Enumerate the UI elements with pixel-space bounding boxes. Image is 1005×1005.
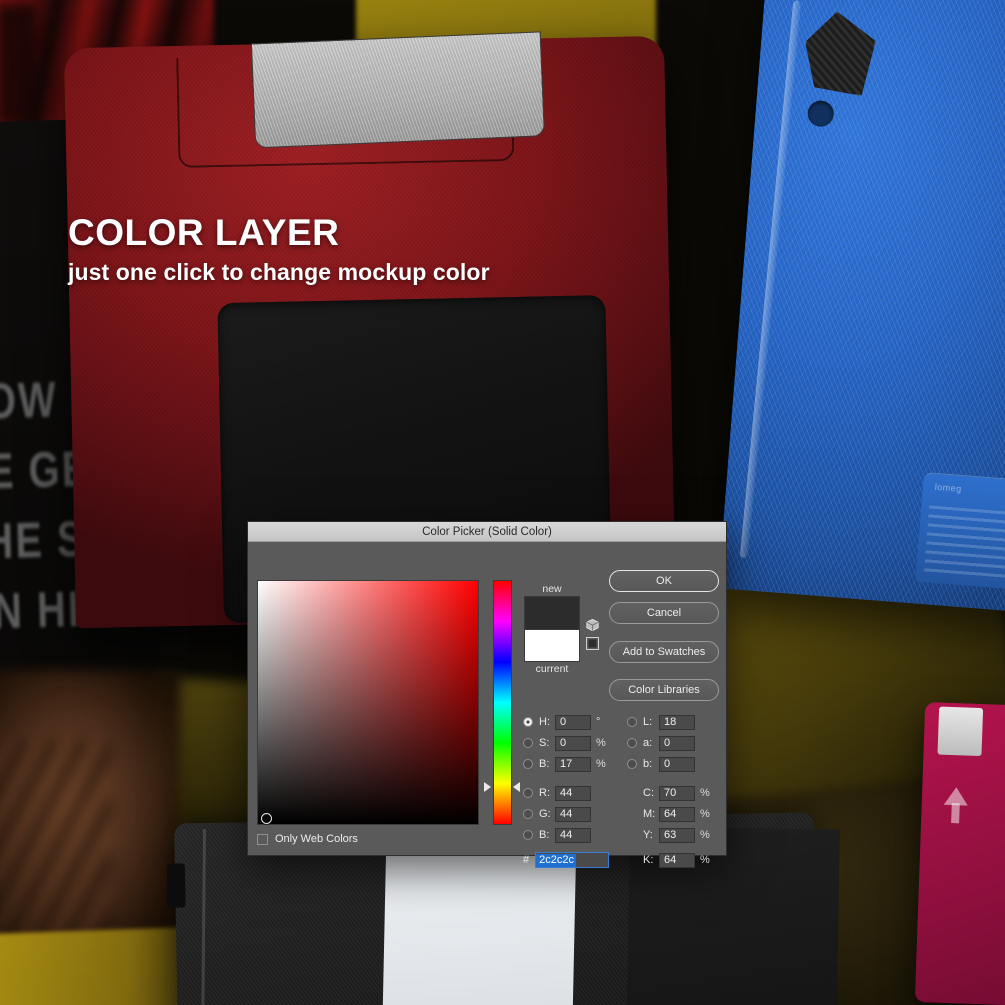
dialog-title: Color Picker (Solid Color) — [422, 525, 552, 538]
label-black: K: — [643, 854, 654, 866]
label-brightness: B: — [539, 758, 550, 770]
radio-lab-b[interactable] — [627, 759, 637, 769]
unit-hue: ° — [596, 716, 601, 728]
unit-yellow: % — [700, 829, 710, 841]
color-libraries-button[interactable]: Color Libraries — [609, 679, 719, 701]
hex-value: 2c2c2c — [536, 853, 576, 867]
input-red[interactable]: 44 — [555, 785, 591, 801]
screenshot-root: HOW D HE GET THE SC ON HIS lomeg — [0, 0, 1005, 1005]
hex-field-row[interactable]: # 2c2c2c — [523, 852, 610, 868]
field-row-magenta[interactable]: M: 64 % — [643, 806, 710, 822]
floppy-red-metal-shutter — [250, 31, 546, 149]
color-preview-group: new current — [524, 582, 580, 676]
dialog-title-bar: Color Picker (Solid Color) — [248, 522, 726, 542]
label-lab-l: L: — [643, 716, 653, 728]
floppy-magenta-shutter — [937, 706, 984, 757]
field-row-green[interactable]: G: 44 — [523, 806, 591, 822]
floppy-blue-carbon-patch — [801, 9, 877, 96]
radio-saturation[interactable] — [523, 738, 533, 748]
unit-magenta: % — [700, 808, 710, 820]
input-black[interactable]: 64 — [659, 852, 695, 868]
field-row-hue[interactable]: H: 0 ° — [523, 714, 606, 730]
label-hue: H: — [539, 716, 550, 728]
input-magenta[interactable]: 64 — [659, 806, 695, 822]
ok-button[interactable]: OK — [609, 570, 719, 592]
mockup-headline: COLOR LAYER just one click to change moc… — [68, 214, 490, 286]
input-hue[interactable]: 0 — [555, 714, 591, 730]
hue-slider-marker-right[interactable] — [513, 782, 520, 792]
input-lab-b[interactable]: 0 — [659, 756, 695, 772]
dialog-body: new current OK Cancel Add to Swatches Co… — [248, 542, 726, 868]
label-magenta: M: — [643, 808, 656, 820]
field-row-red[interactable]: R: 44 — [523, 785, 591, 801]
field-row-blue[interactable]: B: 44 — [523, 827, 591, 843]
label-lab-b: b: — [643, 758, 653, 770]
web-safe-color-icon[interactable] — [586, 637, 599, 650]
radio-blue[interactable] — [523, 830, 533, 840]
floppy-blue-hub-hole — [806, 99, 835, 128]
only-web-colors-checkbox[interactable] — [257, 833, 268, 845]
floppy-blue-shutter-tab: lomeg — [915, 471, 1005, 592]
floppy-disk-magenta — [914, 702, 1005, 1005]
input-saturation[interactable]: 0 — [555, 735, 591, 751]
headline-subtitle: just one click to change mockup color — [68, 258, 490, 285]
gamut-warning-group — [586, 618, 602, 650]
color-picker-dialog[interactable]: Color Picker (Solid Color) new current O… — [247, 521, 727, 868]
input-green[interactable]: 44 — [555, 806, 591, 822]
radio-red[interactable] — [523, 788, 533, 798]
label-saturation: S: — [539, 737, 550, 749]
field-row-lab-b[interactable]: b: 0 — [627, 756, 695, 772]
saturation-brightness-field[interactable] — [257, 580, 479, 825]
current-color-swatch[interactable] — [524, 629, 580, 662]
radio-green[interactable] — [523, 809, 533, 819]
label-green: G: — [539, 808, 551, 820]
hex-hash-label: # — [523, 854, 530, 866]
radio-brightness[interactable] — [523, 759, 533, 769]
input-blue[interactable]: 44 — [555, 827, 591, 843]
field-row-cyan[interactable]: C: 70 % — [643, 785, 710, 801]
field-row-yellow[interactable]: Y: 63 % — [643, 827, 710, 843]
input-yellow[interactable]: 63 — [659, 827, 695, 843]
field-row-black[interactable]: K: 64 % — [643, 852, 710, 868]
out-of-gamut-cube-icon[interactable] — [586, 618, 599, 632]
label-blue: B: — [539, 829, 550, 841]
hex-input[interactable]: 2c2c2c — [535, 852, 610, 868]
radio-hue[interactable] — [523, 717, 533, 727]
floppy-magenta-arrow-stem — [951, 803, 960, 824]
unit-saturation: % — [596, 737, 606, 749]
radio-lab-a[interactable] — [627, 738, 637, 748]
headline-title: COLOR LAYER — [68, 212, 340, 253]
label-lab-a: a: — [643, 737, 653, 749]
only-web-colors-label: Only Web Colors — [275, 833, 358, 845]
input-lab-l[interactable]: 18 — [659, 714, 695, 730]
input-brightness[interactable]: 17 — [555, 756, 591, 772]
floppy-dark-notch — [166, 863, 186, 908]
unit-brightness: % — [596, 758, 606, 770]
color-field-selector-ring[interactable] — [261, 813, 272, 824]
field-row-lab-l[interactable]: L: 18 — [627, 714, 695, 730]
hue-slider[interactable] — [493, 580, 512, 825]
cancel-button[interactable]: Cancel — [609, 602, 719, 624]
radio-lab-l[interactable] — [627, 717, 637, 727]
floppy-dark-edge-highlight — [201, 829, 206, 1005]
label-yellow: Y: — [643, 829, 653, 841]
add-to-swatches-button[interactable]: Add to Swatches — [609, 641, 719, 663]
hue-slider-marker-left[interactable] — [484, 782, 491, 792]
field-row-brightness[interactable]: B: 17 % — [523, 756, 606, 772]
label-cyan: C: — [643, 787, 654, 799]
current-color-label: current — [535, 663, 569, 675]
unit-cyan: % — [700, 787, 710, 799]
new-color-swatch[interactable] — [524, 596, 580, 629]
new-color-label: new — [542, 583, 562, 595]
label-red: R: — [539, 787, 550, 799]
field-row-lab-a[interactable]: a: 0 — [627, 735, 695, 751]
field-row-saturation[interactable]: S: 0 % — [523, 735, 606, 751]
unit-black: % — [700, 854, 710, 866]
input-lab-a[interactable]: 0 — [659, 735, 695, 751]
only-web-colors-row[interactable]: Only Web Colors — [257, 833, 358, 845]
floppy-blue-logo-text: lomeg — [934, 481, 963, 494]
floppy-disk-blue: lomeg — [718, 0, 1005, 614]
input-cyan[interactable]: 70 — [659, 785, 695, 801]
